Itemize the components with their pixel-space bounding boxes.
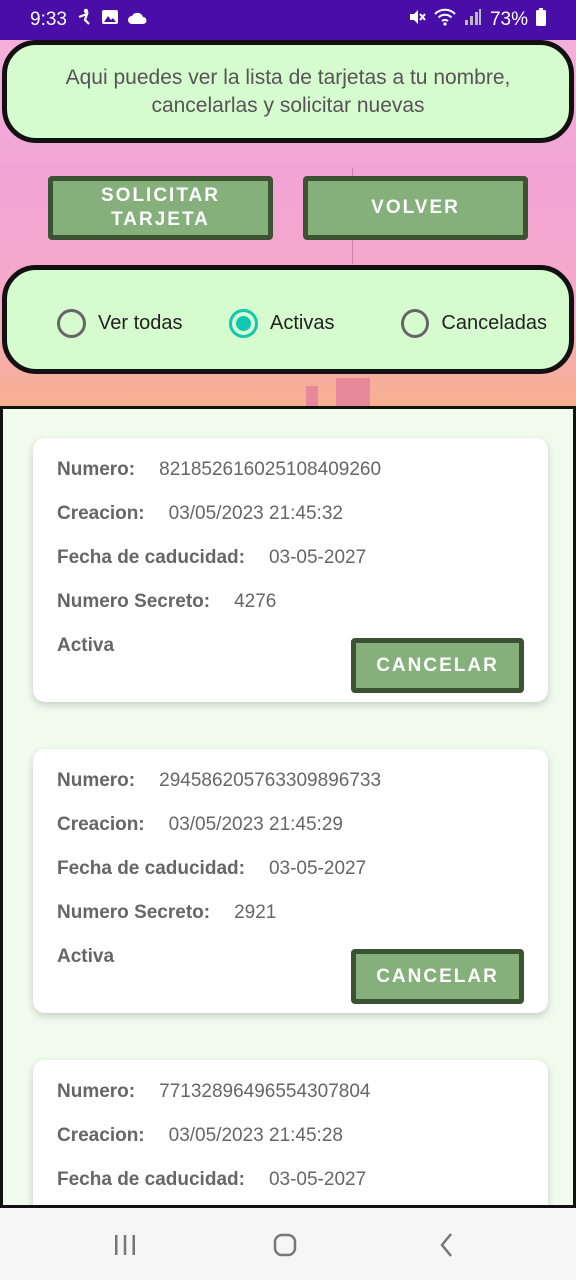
info-panel: Aqui puedes ver la lista de tarjetas a t… <box>2 40 574 143</box>
card-secret-label: Numero Secreto: <box>57 902 211 923</box>
status-bar: 9:33 73% <box>0 0 576 40</box>
back-label: VOLVER <box>371 197 460 218</box>
card-number-value: 77132896496554307804 <box>159 1081 371 1102</box>
card-secret-value: 4276 <box>234 591 277 612</box>
card-created-value: 03/05/2023 21:45:32 <box>168 503 343 524</box>
card-created-label: Creacion: <box>57 503 145 524</box>
mute-icon <box>408 8 426 32</box>
card-status: Activa <box>57 946 115 967</box>
card-expiry-row: Fecha de caducidad: 03-05-2027 <box>57 858 366 880</box>
card-item: Numero: 77132896496554307804 Creacion: 0… <box>33 1060 548 1205</box>
card-expiry-value: 03-05-2027 <box>268 858 367 879</box>
recent-apps-icon[interactable] <box>110 1230 140 1260</box>
card-number-value: 821852616025108409260 <box>159 459 382 480</box>
card-expiry-label: Fecha de caducidad: <box>57 547 245 568</box>
card-secret-label: Numero Secreto: <box>57 591 211 612</box>
status-battery: 73% <box>489 9 528 30</box>
request-card-button[interactable]: SOLICITAR TARJETA <box>48 176 273 240</box>
card-number-row: Numero: 821852616025108409260 <box>57 459 381 481</box>
status-left: 9:33 <box>30 8 147 32</box>
card-number-label: Numero: <box>57 459 136 480</box>
radio-circle[interactable] <box>57 309 86 338</box>
accessibility-icon <box>75 8 93 32</box>
background-building <box>336 378 370 408</box>
card-secret-row: Numero Secreto: 4276 <box>57 591 276 613</box>
card-expiry-row: Fecha de caducidad: 03-05-2027 <box>57 547 366 569</box>
filter-label-cancelled: Canceladas <box>441 312 547 334</box>
card-expiry-label: Fecha de caducidad: <box>57 1169 245 1190</box>
card-expiry-value: 03-05-2027 <box>268 547 367 568</box>
info-text: Aqui puedes ver la lista de tarjetas a t… <box>65 65 511 117</box>
signal-icon <box>464 8 482 32</box>
filter-radio-cancelled[interactable]: Canceladas <box>401 309 547 338</box>
card-item: Numero: 294586205763309896733 Creacion: … <box>33 749 548 1013</box>
filter-label-all: Ver todas <box>98 312 183 334</box>
cancel-card-label: CANCELAR <box>376 965 499 987</box>
background-building-small <box>306 386 318 408</box>
navigation-bar <box>0 1208 576 1280</box>
card-secret-value: 2921 <box>234 902 277 923</box>
filter-radio-active[interactable]: Activas <box>229 309 334 338</box>
card-secret-row: Numero Secreto: 2921 <box>57 902 276 924</box>
back-button[interactable]: VOLVER <box>303 176 528 240</box>
card-item: Numero: 821852616025108409260 Creacion: … <box>33 438 548 702</box>
home-icon[interactable] <box>270 1230 300 1260</box>
cloud-icon <box>127 9 147 31</box>
battery-icon <box>536 8 546 32</box>
card-number-row: Numero: 294586205763309896733 <box>57 770 381 792</box>
cancel-card-label: CANCELAR <box>376 654 499 676</box>
card-created-row: Creacion: 03/05/2023 21:45:29 <box>57 814 343 836</box>
card-expiry-label: Fecha de caducidad: <box>57 858 245 879</box>
filter-label-active: Activas <box>270 312 335 334</box>
card-created-label: Creacion: <box>57 814 145 835</box>
card-created-value: 03/05/2023 21:45:29 <box>168 814 343 835</box>
status-right: 73% <box>408 8 546 32</box>
card-created-row: Creacion: 03/05/2023 21:45:32 <box>57 503 343 525</box>
request-card-label: SOLICITAR TARJETA <box>101 185 220 230</box>
card-status: Activa <box>57 635 115 656</box>
card-list[interactable]: Numero: 821852616025108409260 Creacion: … <box>0 406 576 1208</box>
card-expiry-value: 03-05-2027 <box>268 1169 367 1190</box>
cancel-card-button[interactable]: CANCELAR <box>351 638 524 693</box>
filter-panel: Ver todas Activas Canceladas <box>2 265 574 374</box>
card-created-value: 03/05/2023 21:45:28 <box>168 1125 343 1146</box>
radio-circle-selected[interactable] <box>229 309 258 338</box>
wifi-icon <box>434 8 456 32</box>
cancel-card-button[interactable]: CANCELAR <box>351 949 524 1004</box>
card-number-row: Numero: 77132896496554307804 <box>57 1081 370 1103</box>
status-time: 9:33 <box>30 9 67 30</box>
filter-radio-all[interactable]: Ver todas <box>57 309 183 338</box>
card-created-label: Creacion: <box>57 1125 145 1146</box>
card-number-label: Numero: <box>57 1081 136 1102</box>
card-expiry-row: Fecha de caducidad: 03-05-2027 <box>57 1169 366 1191</box>
back-nav-icon[interactable] <box>432 1230 462 1260</box>
card-number-label: Numero: <box>57 770 136 791</box>
radio-circle[interactable] <box>401 309 430 338</box>
image-icon <box>101 8 119 32</box>
card-created-row: Creacion: 03/05/2023 21:45:28 <box>57 1125 343 1147</box>
card-number-value: 294586205763309896733 <box>159 770 382 791</box>
